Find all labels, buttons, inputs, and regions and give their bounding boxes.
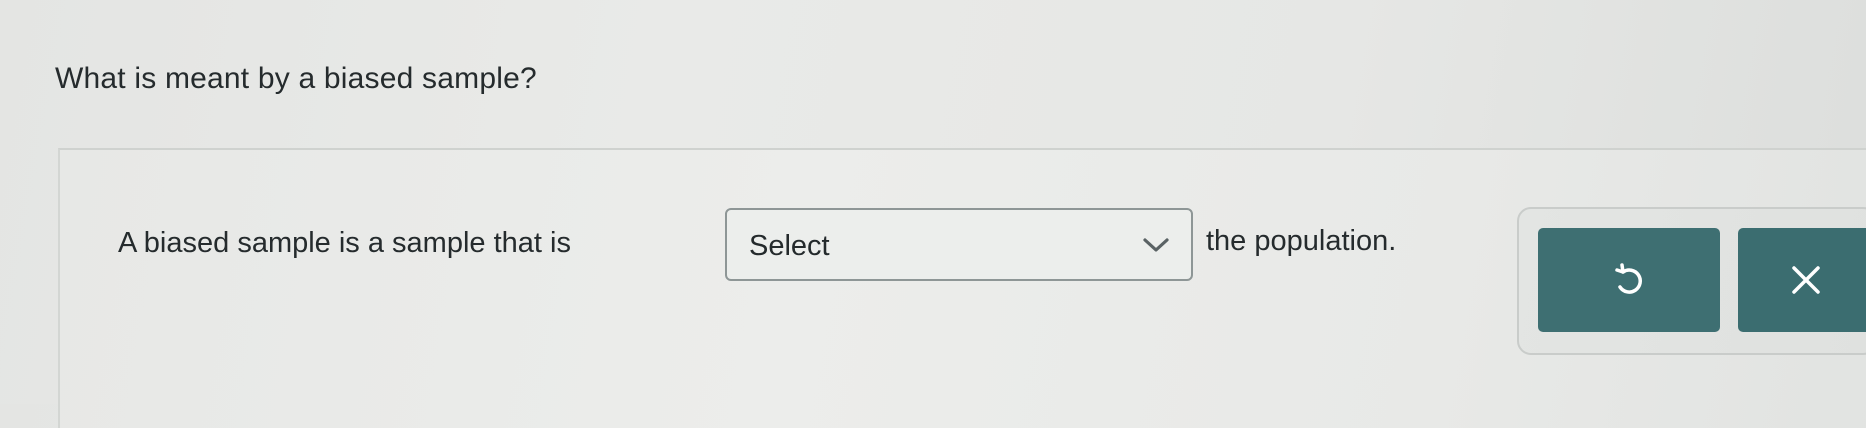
sentence-prefix: A biased sample is a sample that is xyxy=(118,227,571,259)
clear-x-icon xyxy=(1792,266,1820,294)
clear-button[interactable] xyxy=(1738,228,1866,332)
undo-button[interactable] xyxy=(1538,228,1720,332)
answer-select-dropdown[interactable]: Select xyxy=(725,208,1193,281)
sentence-suffix: the population. xyxy=(1206,225,1397,257)
undo-icon xyxy=(1615,263,1642,294)
question-text: What is meant by a biased sample? xyxy=(55,62,537,95)
chevron-down-icon xyxy=(1143,238,1169,252)
select-value: Select xyxy=(749,230,830,262)
